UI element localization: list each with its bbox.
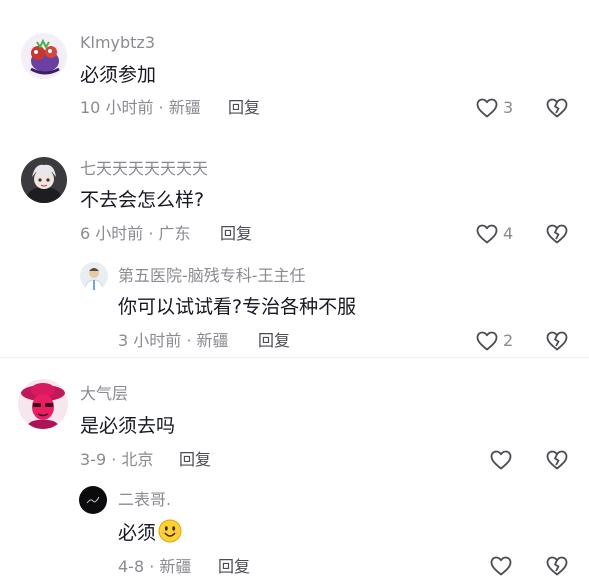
smiling-face-emoji [158, 519, 182, 550]
broken-heart-icon [545, 222, 569, 246]
avatar[interactable] [21, 157, 67, 203]
comment-meta: 3-9 · 北京 [80, 450, 154, 469]
comment-meta: 6 小时前 · 广东 [80, 224, 191, 243]
reply-meta: 4-8 · 新疆 [118, 557, 192, 576]
heart-icon [475, 222, 499, 246]
like-button[interactable]: 2 [475, 329, 513, 353]
reply-item: 二表哥. 必须 4-8 · 新疆 回复 [0, 481, 589, 576]
reply-button[interactable]: 回复 [218, 556, 250, 578]
avatar[interactable] [80, 262, 108, 290]
heart-icon [475, 329, 499, 353]
heart-icon [475, 96, 499, 120]
comment-item: 大气层 是必须去吗 3-9 · 北京 回复 二表哥. 必须 4-8 · 新疆 回… [0, 359, 589, 576]
dislike-button[interactable] [545, 222, 569, 246]
comment-username[interactable]: 七天天天天天天天 [80, 159, 208, 179]
like-button[interactable] [489, 554, 517, 578]
dislike-button[interactable] [545, 96, 569, 120]
reply-button[interactable]: 回复 [179, 449, 211, 471]
reply-button[interactable]: 回复 [228, 97, 260, 119]
comment-username[interactable]: 大气层 [80, 384, 128, 404]
reply-text: 你可以试试看?专治各种不服 [118, 296, 357, 318]
like-count: 4 [503, 224, 514, 243]
like-button[interactable] [489, 448, 517, 472]
like-count: 3 [503, 98, 514, 117]
broken-heart-icon [545, 448, 569, 472]
dislike-button[interactable] [545, 329, 569, 353]
reply-text-content: 必须 [118, 522, 157, 544]
broken-heart-icon [545, 96, 569, 120]
like-button[interactable]: 3 [475, 96, 513, 120]
reply-username[interactable]: 第五医院-脑残专科-王主任 [118, 266, 306, 286]
reply-username[interactable]: 二表哥. [118, 490, 171, 510]
dislike-button[interactable] [545, 448, 569, 472]
like-button[interactable]: 4 [475, 222, 513, 246]
avatar[interactable] [21, 33, 67, 79]
comment-text: 是必须去吗 [80, 415, 176, 437]
reply-button[interactable]: 回复 [258, 330, 290, 352]
broken-heart-icon [545, 329, 569, 353]
reply-text: 必须 [118, 519, 182, 550]
comment-text: 必须参加 [80, 64, 157, 86]
heart-icon [489, 448, 513, 472]
comment-username[interactable]: Klmybtz3 [80, 33, 155, 53]
reply-button[interactable]: 回复 [220, 223, 252, 245]
broken-heart-icon [545, 554, 569, 578]
comment-meta: 10 小时前 · 新疆 [80, 98, 201, 117]
reply-item: 第五医院-脑残专科-王主任 你可以试试看?专治各种不服 3 小时前 · 新疆 回… [0, 257, 589, 355]
like-count: 2 [503, 331, 514, 350]
comment-text: 不去会怎么样? [80, 189, 205, 211]
comment-item: Klmybtz3 必须参加 10 小时前 · 新疆 回复 3 [0, 0, 589, 145]
dislike-button[interactable] [545, 554, 569, 578]
avatar[interactable] [79, 486, 107, 514]
comment-item: 七天天天天天天天 不去会怎么样? 6 小时前 · 广东 回复 4 第五医院-脑残… [0, 145, 589, 355]
heart-icon [489, 554, 513, 578]
reply-meta: 3 小时前 · 新疆 [118, 331, 229, 350]
divider [0, 357, 589, 358]
avatar[interactable] [18, 379, 68, 429]
